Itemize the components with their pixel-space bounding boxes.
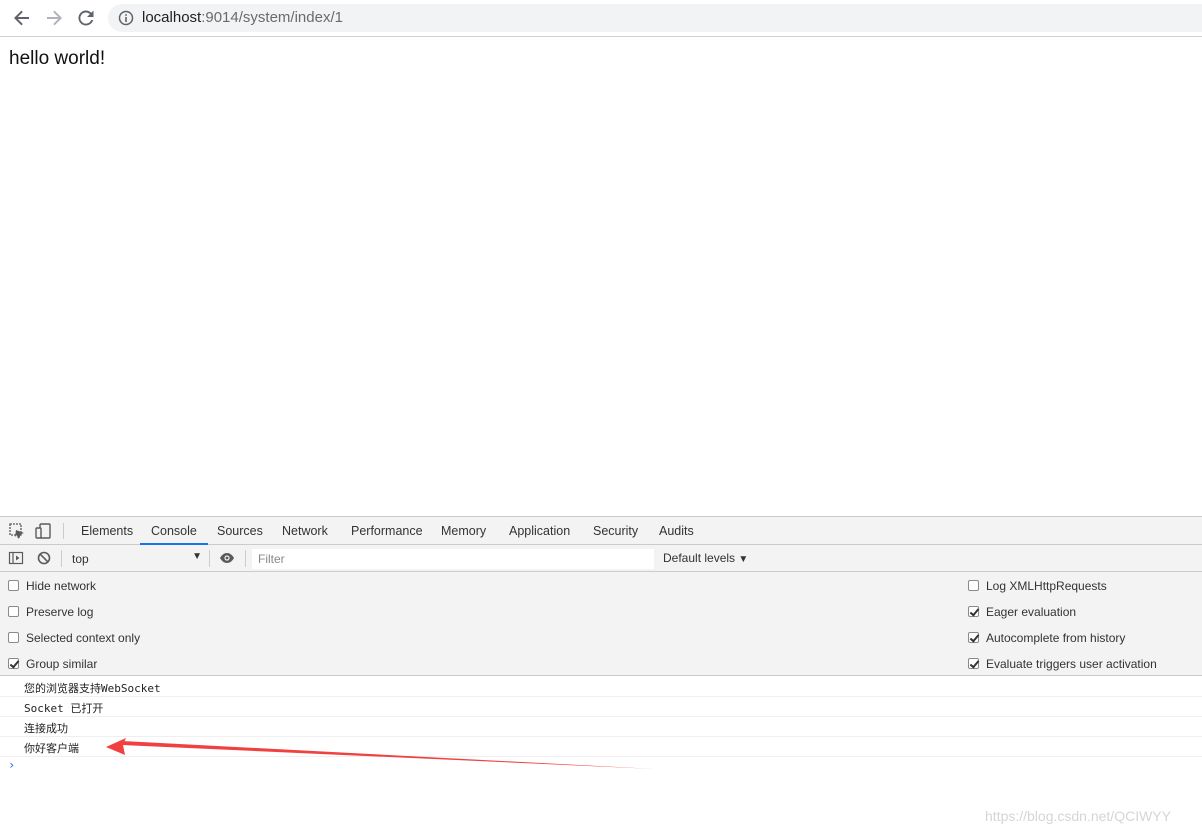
console-message: 连接成功 <box>0 717 1202 737</box>
console-controls: top ▼ Default levels ▼ <box>0 545 1202 572</box>
clear-console-icon[interactable] <box>36 550 52 566</box>
url-text: localhost:9014/system/index/1 <box>142 9 343 26</box>
checkbox-checked[interactable] <box>968 632 979 643</box>
url-path: :9014/system/index/1 <box>201 9 343 26</box>
controls-divider <box>209 550 210 567</box>
filter-input[interactable] <box>252 549 654 569</box>
console-message: 您的浏览器支持WebSocket <box>0 677 1202 697</box>
browser-toolbar: localhost:9014/system/index/1 <box>0 0 1202 37</box>
tab-network[interactable]: Network <box>271 517 339 545</box>
tab-application[interactable]: Application <box>498 517 581 545</box>
tab-sources[interactable]: Sources <box>206 517 274 545</box>
tab-audits[interactable]: Audits <box>648 517 705 545</box>
console-prompt[interactable]: › <box>8 758 15 772</box>
checkbox[interactable] <box>968 580 979 591</box>
show-sidebar-icon[interactable] <box>8 550 24 566</box>
console-settings: Hide network Preserve log Selected conte… <box>0 572 1202 676</box>
tab-performance[interactable]: Performance <box>340 517 434 545</box>
log-levels-dropdown[interactable]: Default levels ▼ <box>663 551 748 565</box>
checkbox-checked[interactable] <box>968 658 979 669</box>
checkbox[interactable] <box>8 606 19 617</box>
toolbar-divider <box>63 523 64 539</box>
context-selector[interactable]: top ▼ <box>66 550 204 568</box>
controls-divider <box>245 550 246 567</box>
inspect-element-icon[interactable] <box>8 522 26 540</box>
address-bar[interactable]: localhost:9014/system/index/1 <box>108 4 1202 32</box>
info-icon[interactable] <box>118 10 134 26</box>
checkbox[interactable] <box>8 580 19 591</box>
watermark: https://blog.csdn.net/QCIWYY <box>985 808 1171 824</box>
reload-icon[interactable] <box>74 6 98 30</box>
devtools-tabbar: Elements Console Sources Network Perform… <box>0 517 1202 545</box>
forward-arrow-icon[interactable] <box>42 6 66 30</box>
back-arrow-icon[interactable] <box>10 6 34 30</box>
checkbox-checked[interactable] <box>8 658 19 669</box>
device-toolbar-icon[interactable] <box>34 522 52 540</box>
log-levels-label: Default levels <box>663 551 736 565</box>
url-host: localhost <box>142 9 202 26</box>
console-message: 你好客户端 <box>0 737 1202 757</box>
checkbox-checked[interactable] <box>968 606 979 617</box>
tab-memory[interactable]: Memory <box>430 517 497 545</box>
context-value: top <box>72 552 89 566</box>
console-message: Socket 已打开 <box>0 697 1202 717</box>
devtools-panel: Elements Console Sources Network Perform… <box>0 516 1202 837</box>
dropdown-arrow-icon: ▼ <box>738 554 749 565</box>
page-content: hello world! <box>0 37 1202 516</box>
tab-console[interactable]: Console <box>140 517 208 545</box>
tab-elements[interactable]: Elements <box>70 517 144 545</box>
controls-divider <box>61 550 62 567</box>
page-heading: hello world! <box>9 48 106 69</box>
live-expression-eye-icon[interactable] <box>219 550 235 566</box>
dropdown-arrow-icon: ▼ <box>192 551 202 562</box>
tab-security[interactable]: Security <box>582 517 649 545</box>
checkbox[interactable] <box>8 632 19 643</box>
filter-box <box>252 549 654 569</box>
